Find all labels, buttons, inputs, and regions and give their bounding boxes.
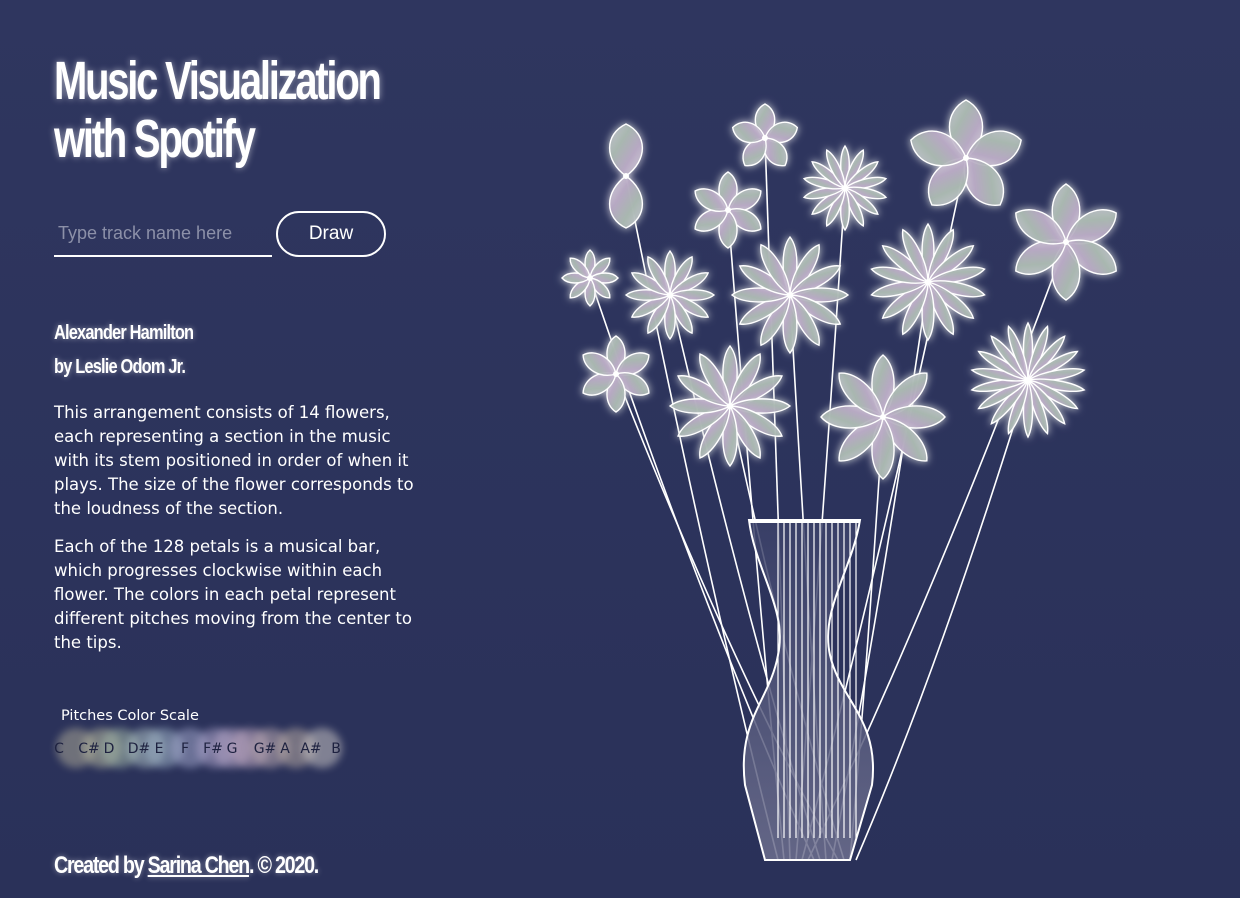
flower (802, 144, 888, 232)
pitch-label: G (226, 741, 238, 757)
draw-button[interactable]: Draw (276, 211, 386, 257)
pitch-label: D (103, 741, 115, 757)
flower-center (925, 279, 931, 285)
description-paragraph-1: This arrangement consists of 14 flowers,… (54, 403, 414, 518)
pitch-label: C (54, 741, 64, 757)
flower-center (623, 173, 629, 179)
flower-petal (609, 175, 643, 229)
flower (561, 249, 619, 307)
flower-petal (609, 123, 643, 177)
flower-center (842, 185, 848, 191)
pitch-scale-title: Pitches Color Scale (61, 708, 199, 724)
pitch-color-scale: C C# D D# E F F# G G# A A# B (54, 728, 386, 772)
track-name: Alexander Hamilton (54, 322, 194, 344)
flower-center (762, 135, 768, 141)
flower (870, 222, 986, 342)
flower-center (963, 155, 969, 161)
vase (742, 519, 875, 861)
flower-center (787, 292, 793, 298)
flower (1015, 183, 1117, 301)
title-line-1: Music Visualization (54, 51, 382, 111)
flower (910, 99, 1022, 206)
search-row: Draw (54, 211, 388, 259)
description-paragraph-2: Each of the 128 petals is a musical bar,… (54, 537, 412, 652)
pitch-label: B (331, 741, 341, 757)
footer-suffix: . © 2020. (248, 852, 319, 879)
pitch-label: A# (300, 741, 322, 757)
pitch-label: E (154, 741, 164, 757)
flower (609, 123, 643, 229)
flower-center (725, 207, 731, 213)
flower (730, 235, 850, 355)
flower-center (1025, 377, 1031, 383)
flower-center (880, 414, 886, 420)
flower-center (613, 371, 619, 377)
pitch-label: A (280, 741, 290, 757)
flower (624, 249, 716, 341)
flower-center (587, 275, 593, 281)
flower (668, 344, 792, 468)
song-info: Alexander Hamilton by Leslie Odom Jr. (54, 316, 194, 384)
footer-credit: Created by Sarina Chen. © 2020. (54, 852, 319, 880)
flower (820, 354, 946, 480)
description: This arrangement consists of 14 flowers,… (54, 401, 414, 669)
author-link[interactable]: Sarina Chen (148, 852, 251, 879)
pitch-label: F (180, 741, 190, 757)
footer-prefix: Created by (54, 852, 148, 879)
flower (731, 103, 799, 167)
flower-center (727, 403, 733, 409)
flower-center (667, 292, 673, 298)
flower-bouquet-visualization (561, 99, 1117, 861)
flower (694, 171, 762, 249)
flower (970, 321, 1086, 439)
flower-center (1063, 239, 1069, 245)
title-line-2: with Spotify (54, 109, 256, 169)
flowers (561, 99, 1117, 480)
track-artist: by Leslie Odom Jr. (54, 356, 186, 378)
page-title: Music Visualization with Spotify (54, 51, 382, 169)
flower (582, 335, 650, 413)
track-name-input[interactable] (54, 211, 272, 257)
